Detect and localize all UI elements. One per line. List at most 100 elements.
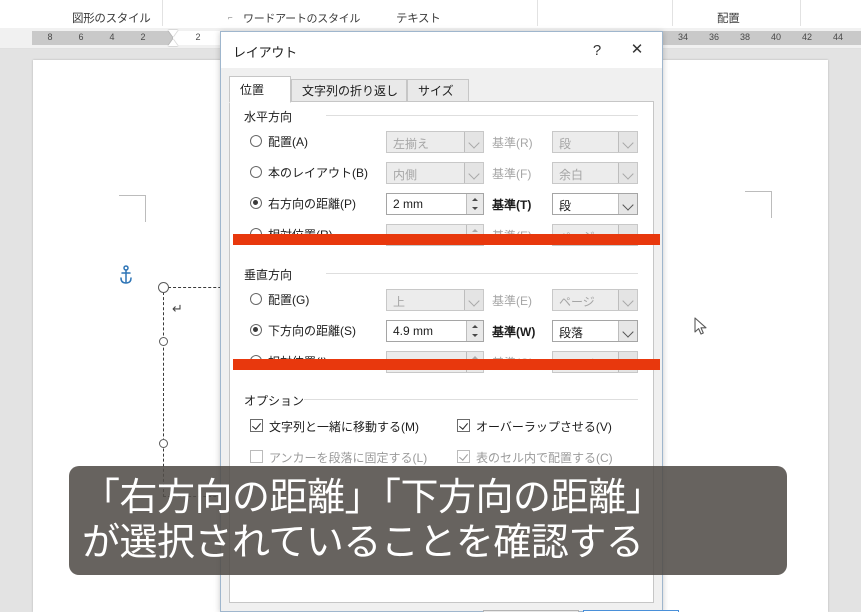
subtitle-overlay: 「右方向の距離」「下方向の距離」 が選択されていることを確認する xyxy=(69,466,787,575)
tab-size[interactable]: サイズ xyxy=(407,79,469,102)
ribbon-divider xyxy=(162,0,163,26)
combo-value-text: 内側 xyxy=(393,168,418,182)
mouse-pointer-icon xyxy=(694,317,708,337)
ribbon-group-shape-styles[interactable]: 図形のスタイル xyxy=(72,10,151,26)
combo-align-h-base[interactable]: 段 xyxy=(552,131,638,153)
radio-label-align-h: 配置(A) xyxy=(268,135,308,149)
combo-value-text: 段 xyxy=(559,199,572,213)
tab-position[interactable]: 位置 xyxy=(229,76,291,103)
ruler-tick-label: 36 xyxy=(708,32,719,42)
chevron-down-icon[interactable] xyxy=(618,290,637,310)
dialog-launcher-icon[interactable]: ⌐ xyxy=(228,13,233,22)
help-icon[interactable]: ? xyxy=(586,40,608,62)
group-label-options: オプション xyxy=(244,392,311,409)
base-label-book-layout: 基準(F) xyxy=(492,167,532,181)
combo-absolute-h-base[interactable]: 段 xyxy=(552,193,638,215)
base-label-absolute-v: 基準(W) xyxy=(492,325,536,339)
combo-value-text: 左揃え xyxy=(393,137,430,151)
spinner-up-icon[interactable] xyxy=(467,194,483,204)
ribbon-divider xyxy=(672,0,673,26)
ruler-tick-label: 2 xyxy=(195,32,201,42)
chevron-down-icon[interactable] xyxy=(618,321,637,341)
ruler-tick-label: 8 xyxy=(47,32,53,42)
ribbon-divider xyxy=(537,0,538,26)
combo-value-text: 段落 xyxy=(559,326,584,340)
ruler-tick-label: 44 xyxy=(832,32,843,42)
chevron-down-icon[interactable] xyxy=(618,132,637,152)
chevron-down-icon[interactable] xyxy=(464,163,483,183)
radio-label-absolute-v: 下方向の距離(S) xyxy=(268,324,356,338)
checkbox-label-move-with-text: 文字列と一緒に移動する(M) xyxy=(269,420,419,434)
ribbon: 図形のスタイル ⌐ ワードアートのスタイル ⌐ テキスト 配置 xyxy=(0,0,861,29)
radio-align-h[interactable] xyxy=(250,135,262,147)
combo-absolute-v-base[interactable]: 段落 xyxy=(552,320,638,342)
spinner-down-icon[interactable] xyxy=(467,204,483,214)
checkbox-lock-anchor[interactable] xyxy=(250,450,263,463)
radio-label-book-layout: 本のレイアウト(B) xyxy=(268,166,368,180)
anchor-icon xyxy=(118,265,134,285)
dialog-tabstrip: 位置 文字列の折り返し サイズ xyxy=(229,76,654,103)
ruler-tick-label: 2 xyxy=(140,32,146,42)
spinner-up-icon[interactable] xyxy=(467,321,483,331)
combo-align-v-base[interactable]: ページ xyxy=(552,289,638,311)
combo-value-text: 余白 xyxy=(559,168,584,182)
ribbon-group-text[interactable]: テキスト xyxy=(396,10,441,26)
checkbox-label-allow-overlap: オーバーラップさせる(V) xyxy=(476,420,612,434)
combo-value-text: 段 xyxy=(559,137,572,151)
group-label-horizontal: 水平方向 xyxy=(244,108,299,125)
radio-label-align-v: 配置(G) xyxy=(268,293,310,307)
subtitle-line-2: が選択されていることを確認する xyxy=(82,520,644,564)
close-icon[interactable]: ✕ xyxy=(620,37,654,63)
radio-align-v[interactable] xyxy=(250,293,262,305)
ruler-tick-label: 6 xyxy=(78,32,84,42)
group-divider xyxy=(326,273,638,274)
checkbox-label-lock-anchor: アンカーを段落に固定する(L) xyxy=(269,451,428,465)
combo-value-text: 上 xyxy=(393,295,406,309)
ruler-tick-label: 34 xyxy=(677,32,688,42)
chevron-down-icon[interactable] xyxy=(464,132,483,152)
chevron-down-icon[interactable] xyxy=(618,163,637,183)
spinner-absolute-h-value[interactable]: 2 mm xyxy=(386,193,484,215)
spinner-absolute-v-value[interactable]: 4.9 mm xyxy=(386,320,484,342)
chevron-down-icon[interactable] xyxy=(618,194,637,214)
chevron-down-icon[interactable] xyxy=(464,290,483,310)
margin-corner-mark xyxy=(745,191,772,218)
screen-root: 図形のスタイル ⌐ ワードアートのスタイル ⌐ テキスト 配置 8 6 4 2 … xyxy=(0,0,861,612)
resize-handle-middle-left[interactable] xyxy=(159,337,168,346)
tab-text-wrapping[interactable]: 文字列の折り返し xyxy=(291,79,407,102)
radio-absolute-position-v[interactable] xyxy=(250,324,262,336)
dialog-launcher-icon[interactable]: ⌐ xyxy=(343,13,348,22)
combo-align-v-value[interactable]: 上 xyxy=(386,289,484,311)
subtitle-line-1: 「右方向の距離」「下方向の距離」 xyxy=(82,475,664,519)
dialog-titlebar[interactable]: レイアウト ? ✕ xyxy=(221,32,662,69)
indent-marker[interactable] xyxy=(168,30,179,46)
ruler-tick-label: 38 xyxy=(739,32,750,42)
margin-corner-mark xyxy=(119,195,146,222)
spinner-value-text: 2 mm xyxy=(393,197,423,211)
checkbox-allow-overlap[interactable] xyxy=(457,419,470,432)
ruler-tick-label: 42 xyxy=(801,32,812,42)
checkbox-move-with-text[interactable] xyxy=(250,419,263,432)
radio-book-layout[interactable] xyxy=(250,166,262,178)
combo-value-text: ページ xyxy=(559,295,595,309)
spinner-value-text: 4.9 mm xyxy=(393,324,434,338)
highlight-bar-vertical-distance xyxy=(233,359,660,370)
group-divider xyxy=(326,115,638,116)
resize-handle-bottom-left[interactable] xyxy=(159,439,168,448)
spinner-buttons[interactable] xyxy=(466,321,483,341)
group-label-vertical: 垂直方向 xyxy=(244,266,299,283)
highlight-bar-horizontal-distance xyxy=(233,234,660,245)
combo-align-h-value[interactable]: 左揃え xyxy=(386,131,484,153)
combo-book-layout-base[interactable]: 余白 xyxy=(552,162,638,184)
base-label-align-h: 基準(R) xyxy=(492,136,533,150)
spinner-down-icon[interactable] xyxy=(467,331,483,341)
dialog-title: レイアウト xyxy=(233,45,298,60)
checkbox-layout-in-cell[interactable] xyxy=(457,450,470,463)
ribbon-group-arrange[interactable]: 配置 xyxy=(717,10,740,26)
rotation-handle[interactable] xyxy=(158,282,169,293)
combo-book-layout-value[interactable]: 内側 xyxy=(386,162,484,184)
radio-absolute-position-h[interactable] xyxy=(250,197,262,209)
base-label-absolute-h: 基準(T) xyxy=(492,198,532,212)
spinner-buttons[interactable] xyxy=(466,194,483,214)
checkbox-label-layout-in-cell: 表のセル内で配置する(C) xyxy=(476,451,613,465)
